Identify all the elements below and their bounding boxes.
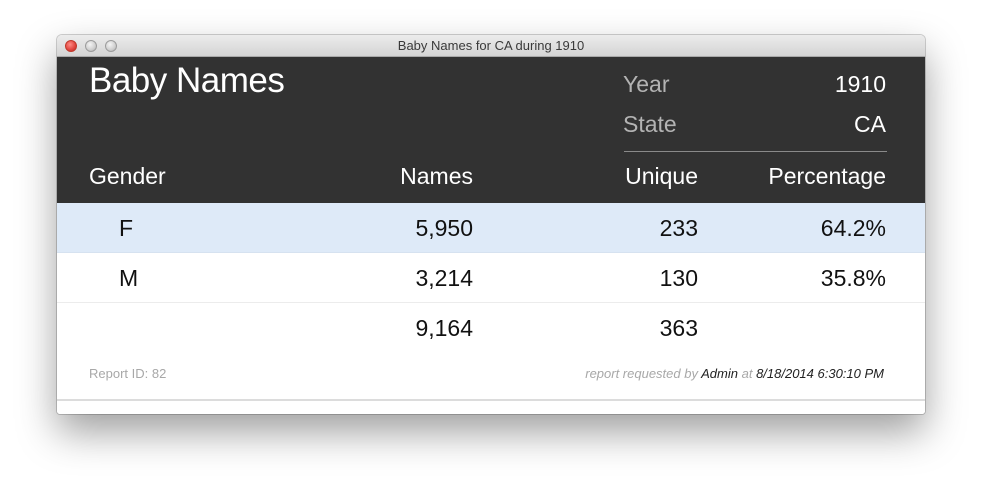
gender-cell: F: [119, 215, 134, 241]
window-title: Baby Names for CA during 1910: [397, 38, 585, 53]
requested-prefix: report requested by: [585, 366, 698, 381]
unique-cell: 130: [659, 265, 698, 291]
requested-timestamp: 8/18/2014 6:30:10 PM: [756, 366, 884, 381]
year-value: 1910: [834, 71, 886, 97]
column-header-percentage: Percentage: [768, 163, 886, 189]
window-bottom-bar: [57, 399, 925, 414]
column-header-unique: Unique: [625, 163, 698, 189]
page-title: Baby Names: [89, 61, 285, 100]
column-header-names: Names: [400, 163, 473, 189]
table-row[interactable]: M 3,214 130 35.8%: [57, 253, 925, 303]
totals-row: 9,164 363: [57, 303, 925, 353]
report-header: Baby Names Year 1910 State CA Gender Nam…: [57, 57, 925, 203]
year-label: Year: [623, 71, 670, 97]
header-divider: [624, 151, 887, 152]
title-bar[interactable]: Baby Names for CA during 1910: [57, 35, 925, 57]
state-label: State: [623, 111, 677, 137]
requested-at-word: at: [741, 366, 753, 381]
column-header-gender: Gender: [89, 163, 166, 189]
report-footer: Report ID: 82 report requested by Admin …: [57, 353, 925, 393]
gender-cell: M: [119, 265, 139, 291]
total-names-cell: 9,164: [415, 315, 473, 341]
unique-cell: 233: [659, 215, 698, 241]
total-unique-cell: 363: [659, 315, 698, 341]
names-cell: 5,950: [415, 215, 473, 241]
requested-info: report requested by Admin at 8/18/2014 6…: [585, 366, 884, 381]
state-value: CA: [854, 111, 886, 137]
report-window: Baby Names for CA during 1910 Baby Names…: [57, 35, 925, 414]
names-cell: 3,214: [415, 265, 473, 291]
percentage-cell: 35.8%: [820, 265, 886, 291]
table-row[interactable]: F 5,950 233 64.2%: [57, 203, 925, 253]
requested-user: Admin: [701, 366, 738, 381]
percentage-cell: 64.2%: [820, 215, 886, 241]
report-id: Report ID: 82: [89, 366, 167, 381]
